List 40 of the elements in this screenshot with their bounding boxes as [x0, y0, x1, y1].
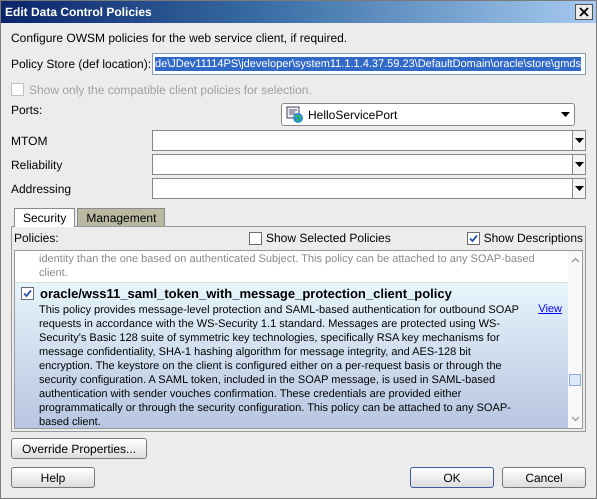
instruction-text: Configure OWSM policies for the web service client, if required. — [11, 31, 348, 45]
tab[interactable]: Management — [77, 208, 166, 226]
checkbox-label: Show only the compatible client policies for selection. — [29, 82, 312, 96]
combo-box[interactable] — [152, 154, 586, 175]
policy-store-field[interactable]: de\JDev11114PS\jdeveloper\system11.1.1.4.37.59.23\DefaultDomain\oracle\store\gmds — [152, 53, 586, 75]
field-label: Reliability — [11, 158, 64, 172]
scroll-thumb[interactable] — [569, 374, 581, 386]
checkbox[interactable] — [466, 232, 480, 244]
window-title: Edit Data Control Policies — [5, 5, 153, 19]
scroll-down-icon — [570, 416, 580, 422]
view-link[interactable]: View — [538, 303, 562, 315]
help-button[interactable]: Help — [11, 467, 95, 488]
policy-description: identity than the one based on authenticated Subject. This policy can be attached to any SOAP-based client. — [39, 252, 536, 280]
field-label: Ports: — [11, 103, 44, 117]
field-label: Addressing — [11, 182, 72, 196]
override-properties-button[interactable]: Override Properties... — [11, 438, 148, 459]
dropdown-arrow-icon — [574, 138, 584, 143]
checkbox[interactable] — [249, 232, 262, 244]
combo-box[interactable] — [152, 130, 586, 151]
ok-button[interactable]: OK — [410, 467, 494, 488]
scroll-up-icon — [570, 257, 580, 263]
policy-item[interactable] — [15, 283, 568, 428]
policy-description: This policy provides message-level protection and SAML-based authentication for outbound SOAP requests in accordance with the WS-Security 1.1 standard. Messages are protected using WS-Security's Basic 128 suite of symmetric key technologies, specifically RSA key mechanisms for message confidentiality, SHA-1 hashing algorithm for message integrity, and AES-128 bit encryption. The keystore on the client is configured either on a per-request basis or through the security configuration. A SAML token, included in the SOAP message, is used in SAML-based authentication with sender vouches confirmation. These credentials are provided either programmatically or through the security configuration. This policy can be attached to any SOAP-based client. — [39, 303, 520, 428]
checkbox-label: Show Descriptions — [484, 231, 583, 245]
policies-label: Policies: — [14, 231, 60, 245]
field-label: Policy Store (def location): — [11, 57, 152, 71]
policy-name: oracle/wss11_saml_token_with_message_protection_client_policy — [40, 286, 452, 301]
dropdown-arrow-icon — [574, 186, 584, 191]
cancel-button[interactable]: Cancel — [502, 467, 586, 488]
checkbox[interactable] — [21, 287, 34, 300]
web-service-icon — [286, 106, 304, 124]
tab[interactable]: Security — [14, 208, 76, 227]
combo-box[interactable] — [152, 178, 586, 199]
scrollbar[interactable] — [568, 251, 582, 428]
dropdown-arrow-icon — [561, 112, 570, 117]
ports-dropdown[interactable]: HelloServicePort — [281, 103, 575, 126]
close-button[interactable] — [575, 4, 593, 20]
checkbox-label: Show Selected Policies — [266, 231, 391, 245]
dropdown-arrow-icon — [574, 162, 584, 167]
field-label: MTOM — [11, 134, 48, 148]
